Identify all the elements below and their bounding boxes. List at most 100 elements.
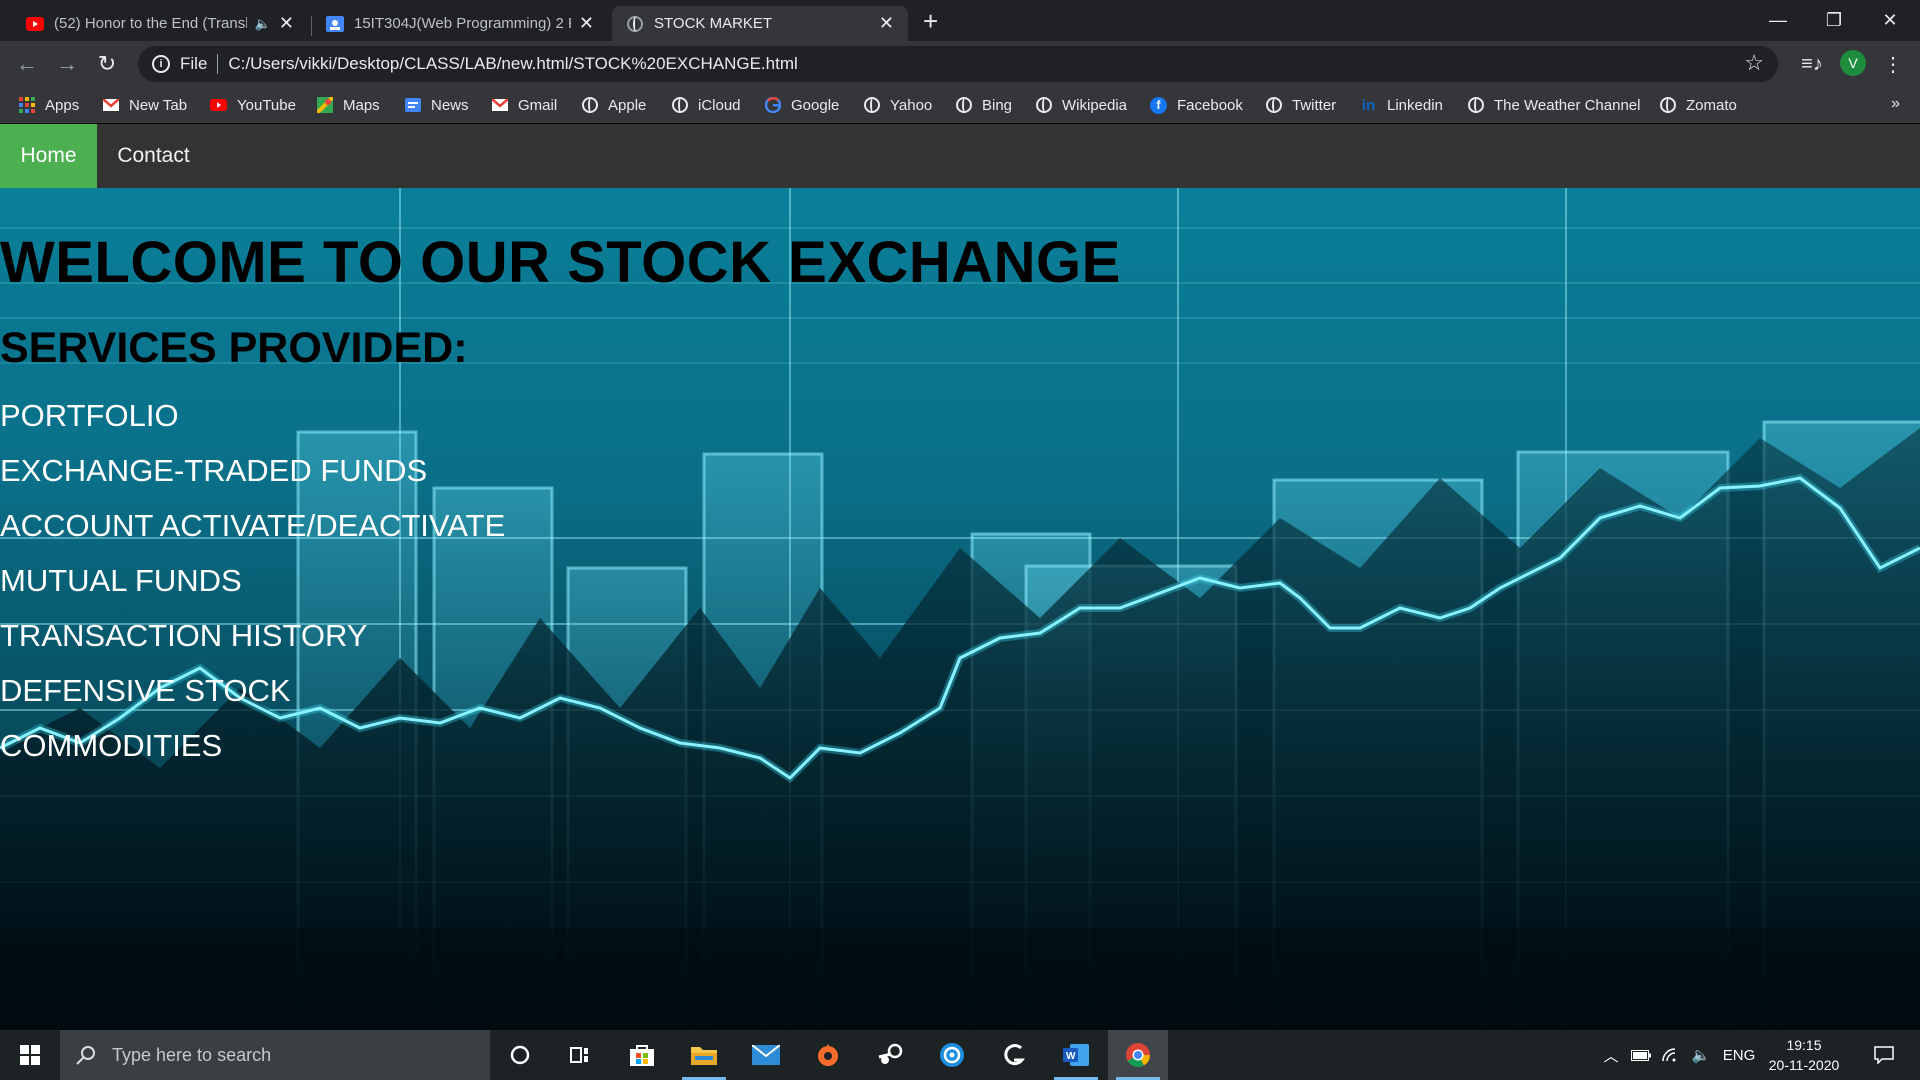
language-indicator[interactable]: ENG <box>1718 1030 1760 1080</box>
bookmark-label: The Weather Channel <box>1494 96 1641 114</box>
youtube-icon <box>26 15 44 33</box>
nav-home[interactable]: Home <box>0 124 97 188</box>
bookmark-new-tab[interactable]: New Tab <box>102 95 187 115</box>
media-control-icon[interactable]: ≡♪ <box>1797 49 1827 79</box>
service-item: EXCHANGE-TRADED FUNDS <box>0 453 428 488</box>
bookmark-bing[interactable]: Bing <box>955 95 1012 115</box>
tab-title: (52) Honor to the End (Transl <box>54 15 247 32</box>
file-explorer-icon[interactable] <box>674 1030 734 1080</box>
bookmark-label: Yahoo <box>890 96 933 114</box>
info-icon[interactable]: i <box>152 55 170 73</box>
bookmark-label: Gmail <box>518 96 558 114</box>
notifications-icon[interactable] <box>1864 1030 1904 1080</box>
close-tab-icon[interactable]: ✕ <box>879 13 894 34</box>
bookmark-label: Apple <box>608 96 647 114</box>
service-item: TRANSACTION HISTORY <box>0 618 368 653</box>
bookmark-weather-channel[interactable]: The Weather Channel <box>1467 95 1640 115</box>
volume-icon[interactable]: 🔈 <box>1688 1030 1714 1080</box>
minimize-button[interactable]: — <box>1750 0 1806 41</box>
bookmark-label: Maps <box>343 96 380 114</box>
bookmark-label: iCloud <box>698 96 741 114</box>
globe-icon <box>1265 97 1282 114</box>
back-button[interactable]: ← <box>12 49 42 79</box>
bookmark-apple[interactable]: Apple <box>581 95 646 115</box>
bookmark-youtube[interactable]: YouTube <box>210 95 296 115</box>
bookmark-label: Twitter <box>1292 96 1337 114</box>
bookmark-label: New Tab <box>129 96 188 114</box>
service-item: DEFENSIVE STOCK <box>0 673 291 708</box>
bookmark-linkedin[interactable]: in Linkedin <box>1360 95 1443 115</box>
restore-button[interactable]: ❐ <box>1806 0 1862 41</box>
uplay-icon[interactable] <box>922 1030 982 1080</box>
tab-youtube[interactable]: (52) Honor to the End (Transl 🔈 ✕ <box>12 6 308 41</box>
service-item: MUTUAL FUNDS <box>0 563 242 598</box>
clock[interactable]: 19:15 20-11-2020 <box>1762 1035 1846 1075</box>
bookmark-google[interactable]: Google <box>764 95 839 115</box>
bookmark-label: Wikipedia <box>1062 96 1128 114</box>
bookmark-apps[interactable]: Apps <box>18 95 79 115</box>
globe-icon <box>1659 97 1676 114</box>
globe-icon <box>626 15 644 33</box>
bookmark-yahoo[interactable]: Yahoo <box>863 95 932 115</box>
bookmark-twitter[interactable]: Twitter <box>1265 95 1336 115</box>
battery-icon[interactable] <box>1628 1030 1654 1080</box>
bookmarks-bar: Apps New Tab YouTube Maps News Gmail App… <box>0 87 1920 123</box>
store-icon[interactable] <box>612 1030 672 1080</box>
reload-button[interactable]: ↻ <box>92 49 122 79</box>
windows-logo-icon <box>20 1045 40 1065</box>
taskbar-search[interactable]: Type here to search <box>60 1030 490 1080</box>
close-tab-icon[interactable]: ✕ <box>279 13 294 34</box>
service-item: PORTFOLIO <box>0 398 179 433</box>
profile-avatar[interactable]: V <box>1840 50 1866 76</box>
bookmark-icloud[interactable]: iCloud <box>671 95 741 115</box>
cortana-icon[interactable] <box>490 1030 550 1080</box>
svg-text:W: W <box>1066 1051 1076 1062</box>
bookmark-gmail[interactable]: Gmail <box>491 95 557 115</box>
close-tab-icon[interactable]: ✕ <box>579 13 594 34</box>
wifi-icon[interactable] <box>1658 1030 1684 1080</box>
divider <box>217 54 219 74</box>
tab-classroom[interactable]: 15IT304J(Web Programming) 2 P ✕ <box>312 6 608 41</box>
bookmark-wikipedia[interactable]: Wikipedia <box>1035 95 1127 115</box>
bookmark-label: Apps <box>45 96 80 114</box>
bookmark-zomato[interactable]: Zomato <box>1659 95 1737 115</box>
bookmark-maps[interactable]: Maps <box>316 95 380 115</box>
mail-icon[interactable] <box>736 1030 796 1080</box>
start-button[interactable] <box>0 1030 60 1080</box>
word-icon[interactable]: W <box>1046 1030 1106 1080</box>
tab-stock-market[interactable]: STOCK MARKET ✕ <box>612 6 908 41</box>
page-title: WELCOME TO OUR STOCK EXCHANGE <box>0 230 1121 295</box>
chrome-icon[interactable] <box>1108 1030 1168 1080</box>
search-placeholder: Type here to search <box>112 1044 272 1065</box>
bookmark-label: YouTube <box>237 96 296 114</box>
bookmark-star-icon[interactable]: ☆ <box>1744 50 1764 76</box>
logitech-icon[interactable] <box>984 1030 1044 1080</box>
browser-toolbar: ← → ↻ i File C:/Users/vikki/Desktop/CLAS… <box>0 41 1920 87</box>
facebook-icon: f <box>1150 96 1167 114</box>
more-bookmarks-icon[interactable]: » <box>1891 95 1900 113</box>
task-view-icon[interactable] <box>550 1030 610 1080</box>
tab-title: 15IT304J(Web Programming) 2 P <box>354 15 571 32</box>
maps-icon <box>316 97 333 114</box>
new-tab-button[interactable]: + <box>923 6 938 36</box>
close-window-button[interactable]: ✕ <box>1862 0 1918 41</box>
page-viewport: Home Contact WELCOME TO OUR STOCK EXCHAN… <box>0 124 1920 1030</box>
origin-icon[interactable] <box>798 1030 858 1080</box>
nav-contact[interactable]: Contact <box>97 124 210 188</box>
youtube-icon <box>210 97 227 114</box>
apps-grid-icon <box>18 97 35 114</box>
globe-icon <box>955 97 972 114</box>
clock-time: 19:15 <box>1786 1037 1822 1053</box>
gmail-icon <box>491 97 508 114</box>
globe-icon <box>581 97 598 114</box>
url-text[interactable]: C:/Users/vikki/Desktop/CLASS/LAB/new.htm… <box>228 54 797 74</box>
address-bar[interactable]: i File C:/Users/vikki/Desktop/CLASS/LAB/… <box>138 46 1778 82</box>
show-hidden-icons[interactable]: ︿ <box>1598 1030 1624 1080</box>
bookmark-news[interactable]: News <box>404 95 469 115</box>
bookmark-facebook[interactable]: f Facebook <box>1150 95 1243 115</box>
menu-icon[interactable]: ⋮ <box>1880 49 1906 79</box>
forward-button[interactable]: → <box>52 49 82 79</box>
speaker-icon[interactable]: 🔈 <box>255 16 271 32</box>
bookmark-label: News <box>431 96 469 114</box>
steam-icon[interactable] <box>860 1030 920 1080</box>
